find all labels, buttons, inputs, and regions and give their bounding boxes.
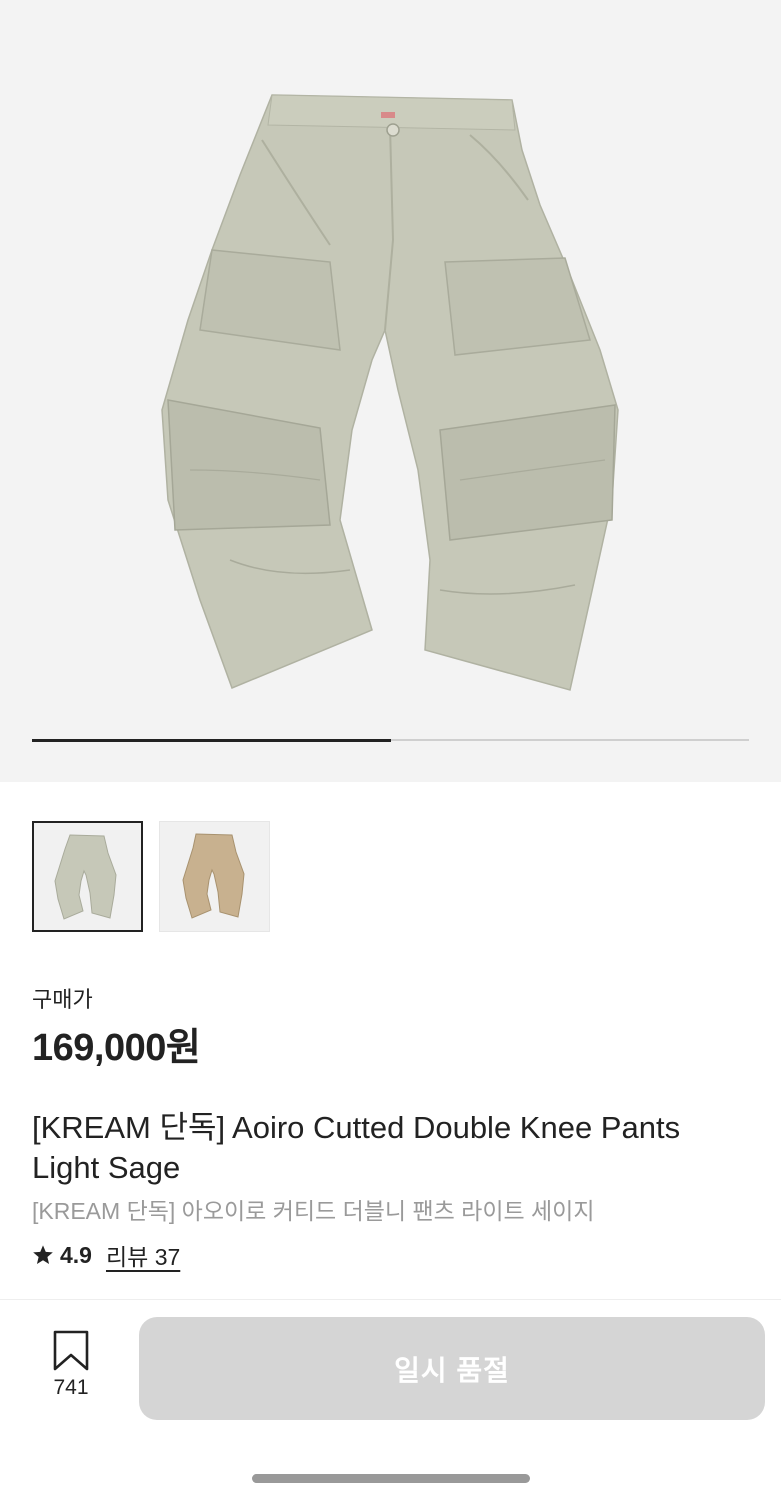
bookmark-count: 741 bbox=[53, 1376, 89, 1399]
price-value: 169,000원 bbox=[32, 1027, 201, 1069]
divider bbox=[0, 1299, 781, 1300]
rating-value: 4.9 bbox=[60, 1241, 92, 1268]
product-image bbox=[161, 94, 619, 691]
thumbnail-light-sage[interactable] bbox=[32, 821, 143, 932]
thumbnail-beige[interactable] bbox=[159, 821, 270, 932]
reviews-link[interactable]: 리뷰 37 bbox=[106, 1238, 180, 1272]
bookmark-icon bbox=[53, 1330, 89, 1371]
bookmark-button[interactable]: 741 bbox=[38, 1330, 104, 1400]
price-label: 구매가 bbox=[32, 987, 93, 1012]
product-subtitle: [KREAM 단독] 아오이로 커티드 더블니 팬츠 라이트 세이지 bbox=[32, 1198, 595, 1224]
sold-out-button[interactable]: 일시 품절 bbox=[139, 1317, 765, 1420]
product-title: [KREAM 단독] Aoiro Cutted Double Knee Pant… bbox=[32, 1110, 681, 1185]
thumbnail-image bbox=[182, 833, 245, 919]
home-indicator bbox=[252, 1474, 530, 1483]
star-icon bbox=[33, 1245, 53, 1264]
carousel-progress bbox=[32, 738, 749, 742]
thumbnail-image bbox=[54, 834, 117, 920]
rating-row: 4.9 리뷰 37 bbox=[32, 1238, 180, 1272]
product-image-carousel[interactable] bbox=[0, 0, 781, 782]
thumbnail-list bbox=[32, 821, 270, 932]
carousel-progress-fill bbox=[32, 738, 391, 742]
